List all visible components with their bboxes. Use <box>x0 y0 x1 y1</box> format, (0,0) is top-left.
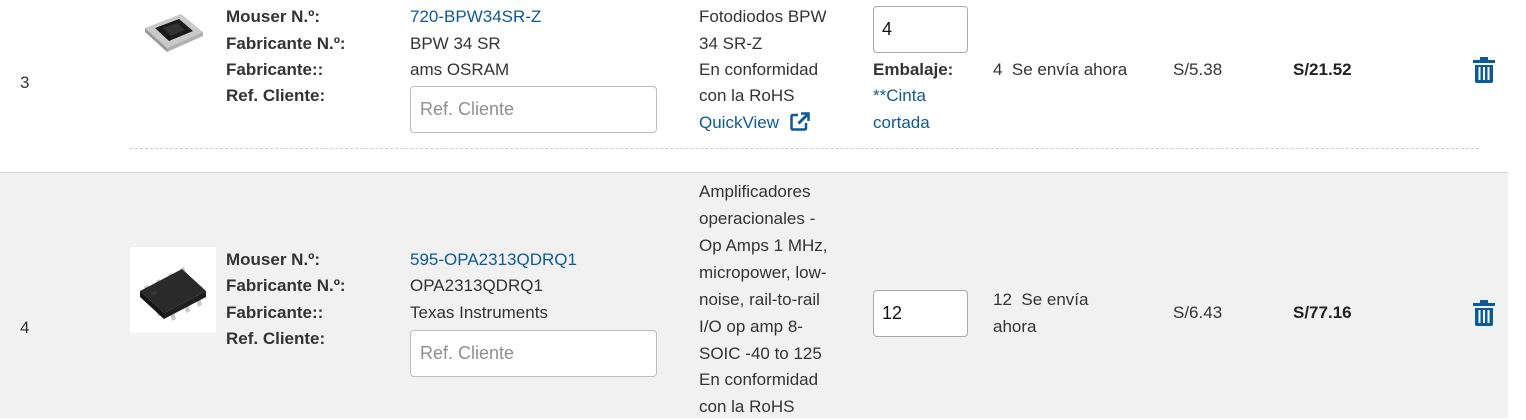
cart-row: 3 Mouser N.º: Fabricante N.º: Fabricante… <box>0 0 1508 172</box>
trash-icon[interactable] <box>1473 300 1495 326</box>
manufacturer-part-no: BPW 34 SR <box>410 34 501 53</box>
row-index: 4 <box>20 318 30 337</box>
label-customer-ref: Ref. Cliente: <box>226 329 326 348</box>
description-line: SOIC -40 to 125 <box>699 344 822 363</box>
availability: ahora <box>993 317 1037 336</box>
rohs-status: con la RoHS <box>699 397 795 416</box>
description-line: I/O op amp 8- <box>699 317 803 336</box>
description-line: noise, rail-to-rail <box>699 290 820 309</box>
quickview-label: QuickView <box>699 113 779 132</box>
manufacturer-name: Texas Instruments <box>410 303 548 322</box>
packaging-link[interactable]: cortada <box>873 109 930 136</box>
rohs-status: con la RoHS <box>699 86 795 105</box>
unit-price: S/5.38 <box>1173 60 1223 79</box>
extended-price: S/21.52 <box>1293 60 1352 79</box>
rohs-status: En conformidad <box>699 60 819 79</box>
availability: 4 Se envía ahora <box>993 60 1128 79</box>
quantity-input[interactable] <box>873 6 968 53</box>
extended-price: S/77.16 <box>1293 303 1352 322</box>
label-manufacturer-no: Fabricante N.º: <box>226 276 346 295</box>
soic-chip-image[interactable] <box>130 247 216 333</box>
availability: 12 Se envía <box>993 290 1089 309</box>
description-line: Op Amps 1 MHz, <box>699 236 828 255</box>
row-divider <box>130 148 1479 149</box>
description-line: micropower, low- <box>699 263 827 282</box>
packaging-link[interactable]: **Cinta <box>873 82 926 109</box>
rohs-status: En conformidad <box>699 370 819 389</box>
unit-price: S/6.43 <box>1173 303 1223 322</box>
manufacturer-name: ams OSRAM <box>410 60 510 79</box>
label-manufacturer: Fabricante:: <box>226 303 324 322</box>
customer-ref-input[interactable] <box>410 86 657 133</box>
external-link-icon <box>789 112 810 139</box>
packaging-label: Embalaje: <box>873 60 954 79</box>
quantity-input[interactable] <box>873 290 968 337</box>
cart-row: 4 Mouser N.º: Fabricante N.º: Fabricante… <box>0 172 1508 418</box>
label-mouser-no: Mouser N.º: <box>226 250 321 269</box>
row-index: 3 <box>20 73 30 92</box>
mouser-part-link[interactable]: 595-OPA2313QDRQ1 <box>410 246 577 273</box>
manufacturer-part-no: OPA2313QDRQ1 <box>410 276 543 295</box>
trash-icon[interactable] <box>1473 57 1495 83</box>
description-line: operacionales - <box>699 209 816 228</box>
description-line: 34 SR-Z <box>699 34 763 53</box>
quickview-link[interactable]: QuickView <box>699 109 810 139</box>
description-line: Amplificadores <box>699 182 811 201</box>
description-line: Fotodiodos BPW <box>699 7 827 26</box>
label-manufacturer: Fabricante:: <box>226 60 324 79</box>
mouser-part-link[interactable]: 720-BPW34SR-Z <box>410 3 541 30</box>
label-mouser-no: Mouser N.º: <box>226 7 321 26</box>
customer-ref-input[interactable] <box>410 330 657 377</box>
photodiode-image[interactable] <box>137 8 209 52</box>
label-customer-ref: Ref. Cliente: <box>226 86 326 105</box>
label-manufacturer-no: Fabricante N.º: <box>226 34 346 53</box>
